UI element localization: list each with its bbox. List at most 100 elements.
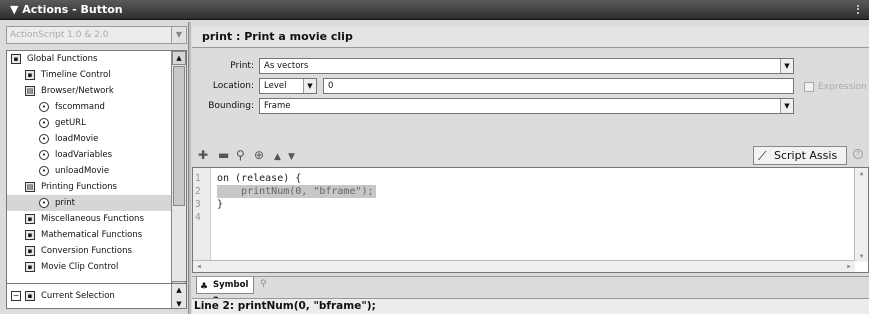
- scroll-down-icon[interactable]: ▼: [172, 298, 186, 308]
- action-description: print : Print a movie clip: [192, 26, 869, 48]
- book-open-icon: ▤: [25, 86, 35, 96]
- scroll-down-icon[interactable]: ▼: [855, 251, 868, 262]
- tree-item-label: unloadMovie: [55, 166, 110, 176]
- action-icon: •: [39, 102, 49, 112]
- tree-item[interactable]: ▪ Global Functions: [7, 51, 173, 67]
- actions-tree-list: ▪ Global Functions ▪ Timeline Control ▤ Brows…: [7, 51, 173, 275]
- chevron-down-icon[interactable]: ▼: [303, 79, 316, 93]
- actions-toolbox: ActionScript 1.0 & 2.0 ▼ ▪ Global Functio…: [6, 26, 187, 309]
- script-toolbar: ✚ ▬ ⚲ ⊕ ▲ ▼ ⟋ Script Assis ?: [192, 144, 869, 166]
- location-level-value: 0: [328, 81, 334, 91]
- tree-item-label: fscommand: [55, 102, 105, 112]
- action-icon: •: [39, 134, 49, 144]
- book-icon: ▪: [25, 291, 35, 301]
- book-icon: ▪: [25, 262, 35, 272]
- insert-target-path-icon[interactable]: ⊕: [254, 148, 264, 162]
- tree-scrollbar[interactable]: ▲ ▼: [171, 51, 186, 295]
- collapse-icon[interactable]: −: [11, 291, 21, 301]
- tree-item[interactable]: • getURL: [7, 115, 173, 131]
- tree-item[interactable]: • loadMovie: [7, 131, 173, 147]
- print-label: Print:: [230, 61, 254, 71]
- script-pane: print : Print a movie clip Print: As vec…: [192, 26, 869, 314]
- code-line[interactable]: on (release) {: [217, 172, 301, 185]
- tree-item[interactable]: ▪ Mathematical Functions: [7, 227, 173, 243]
- book-icon: ▪: [25, 214, 35, 224]
- symbol-icon: ♣: [200, 282, 209, 292]
- help-icon[interactable]: ?: [853, 149, 863, 159]
- tree-item[interactable]: • fscommand: [7, 99, 173, 115]
- line-number: 1: [195, 173, 201, 184]
- pin-script-icon[interactable]: ⚲: [260, 279, 267, 289]
- find-icon[interactable]: ⚲: [236, 148, 245, 162]
- line-number: 2: [195, 186, 201, 197]
- scroll-left-icon[interactable]: ◀: [193, 261, 205, 272]
- tree-item-label: Movie Clip Control: [41, 262, 119, 272]
- tree-item[interactable]: • unloadMovie: [7, 163, 173, 179]
- action-icon: •: [39, 198, 49, 208]
- tree-item-label: Miscellaneous Functions: [41, 214, 144, 224]
- book-icon: ▪: [25, 246, 35, 256]
- print-select[interactable]: As vectors ▼: [259, 58, 794, 74]
- tree-item-label: loadVariables: [55, 150, 113, 160]
- actions-tree: ▪ Global Functions ▪ Timeline Control ▤ Brows…: [6, 50, 187, 296]
- current-selection-item[interactable]: − ▪ Current Selection: [7, 288, 173, 304]
- location-type-value: Level: [264, 81, 287, 91]
- expression-label: Expression: [818, 82, 867, 92]
- tree-item[interactable]: ▤ Browser/Network: [7, 83, 173, 99]
- scroll-right-icon[interactable]: ▶: [843, 261, 855, 272]
- script-editor[interactable]: 1 on (release) {2 printNum(0, "bframe"); 3…: [192, 167, 869, 273]
- scroll-up-icon[interactable]: ▲: [172, 51, 186, 65]
- version-select-value: ActionScript 1.0 & 2.0: [10, 30, 109, 40]
- tree-item-label: Browser/Network: [41, 86, 114, 96]
- navigator-scrollbar[interactable]: ▲ ▼: [171, 284, 186, 308]
- tree-item-label: Mathematical Functions: [41, 230, 143, 240]
- expression-checkbox[interactable]: [804, 82, 814, 92]
- tree-item[interactable]: ▤ Printing Functions: [7, 179, 173, 195]
- editor-vertical-scrollbar[interactable]: ▲ ▼: [854, 168, 868, 262]
- tree-item[interactable]: • loadVariables: [7, 147, 173, 163]
- bounding-select[interactable]: Frame ▼: [259, 98, 794, 114]
- move-up-icon[interactable]: ▲: [274, 150, 281, 164]
- location-level-input[interactable]: 0: [323, 78, 794, 94]
- move-down-icon[interactable]: ▼: [288, 150, 295, 164]
- location-label: Location:: [212, 81, 254, 91]
- code-line[interactable]: }: [217, 198, 223, 211]
- panel-grip-icon[interactable]: [857, 5, 863, 14]
- line-number: 4: [195, 212, 201, 223]
- tree-item[interactable]: ▪ Conversion Functions: [7, 243, 173, 259]
- bounding-label: Bounding:: [208, 101, 254, 111]
- script-assist-button[interactable]: ⟋ Script Assis: [753, 146, 847, 165]
- script-navigator: − ▪ Current Selection ▲ ▼: [6, 283, 187, 309]
- actionscript-version-select[interactable]: ActionScript 1.0 & 2.0 ▼: [6, 26, 187, 44]
- action-icon: •: [39, 118, 49, 128]
- chevron-down-icon[interactable]: ▼: [780, 99, 793, 113]
- tree-item-label: Timeline Control: [41, 70, 111, 80]
- add-action-icon[interactable]: ✚: [198, 148, 208, 162]
- panel-title: ▼ Actions - Button: [10, 3, 123, 16]
- panel-divider[interactable]: [188, 22, 191, 314]
- scroll-up-icon[interactable]: ▲: [855, 168, 868, 179]
- chevron-down-icon[interactable]: ▼: [780, 59, 793, 73]
- tree-item[interactable]: • print: [7, 195, 173, 211]
- location-type-select[interactable]: Level ▼: [259, 78, 317, 94]
- script-assist-label: Script Assis: [774, 149, 838, 162]
- action-icon: •: [39, 166, 49, 176]
- scroll-thumb[interactable]: [173, 66, 185, 206]
- remove-action-icon[interactable]: ▬: [218, 148, 229, 162]
- tree-item-label: getURL: [55, 118, 86, 128]
- tree-item[interactable]: ▪ Movie Clip Control: [7, 259, 173, 275]
- tab-symbol-2[interactable]: ♣ Symbol 2: [196, 277, 254, 306]
- tree-item[interactable]: ▪ Timeline Control: [7, 67, 173, 83]
- tree-item-label: loadMovie: [55, 134, 99, 144]
- code-line[interactable]: printNum(0, "bframe");: [217, 185, 376, 198]
- book-icon: ▪: [25, 230, 35, 240]
- chevron-down-icon[interactable]: ▼: [171, 27, 186, 43]
- wand-icon: ⟋: [758, 149, 767, 163]
- panel-title-bar[interactable]: ▼ Actions - Button: [0, 0, 869, 20]
- scroll-up-icon[interactable]: ▲: [172, 284, 186, 296]
- status-bar: Line 2: printNum(0, "bframe");: [192, 298, 869, 314]
- action-icon: •: [39, 150, 49, 160]
- editor-horizontal-scrollbar[interactable]: ◀ ▶: [193, 260, 855, 272]
- book-open-icon: ▤: [25, 182, 35, 192]
- tree-item[interactable]: ▪ Miscellaneous Functions: [7, 211, 173, 227]
